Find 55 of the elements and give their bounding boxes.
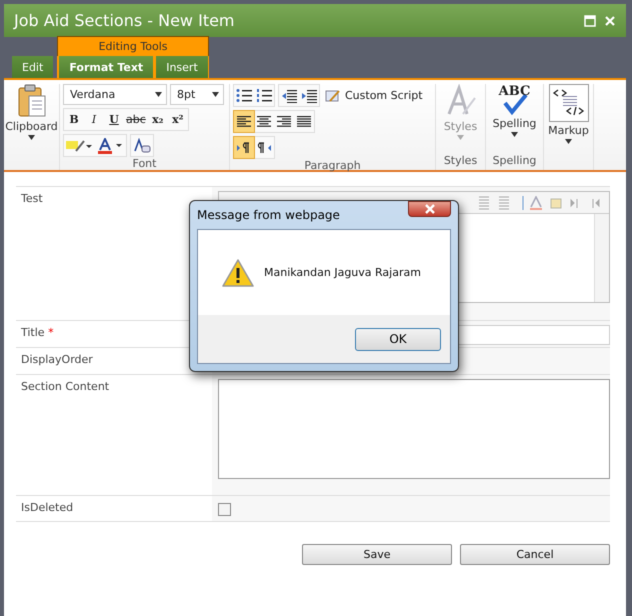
caret-icon xyxy=(565,139,572,144)
left-to-right-button[interactable] xyxy=(234,137,254,158)
scrollbar[interactable] xyxy=(594,214,609,302)
caret-icon xyxy=(155,92,162,97)
contextual-tab-group-label: Editing Tools xyxy=(57,36,209,56)
group-label: Spelling xyxy=(492,154,538,169)
align-right-icon xyxy=(277,116,291,128)
edit-script-icon xyxy=(325,88,341,102)
dialog-message: Manikandan Jaguva Rajaram xyxy=(264,266,421,279)
field-label: DisplayOrder xyxy=(20,352,94,368)
justify-icon xyxy=(297,116,311,128)
caret-icon xyxy=(457,135,464,140)
font-name-dropdown[interactable]: Verdana xyxy=(63,84,167,105)
markup-icon xyxy=(548,84,588,122)
text-area[interactable] xyxy=(218,379,610,479)
ribbon-tab[interactable]: Format Text xyxy=(57,56,154,78)
field-label: Section Content xyxy=(20,379,110,395)
close-icon xyxy=(424,204,436,214)
caret-icon xyxy=(511,132,518,137)
checkbox[interactable] xyxy=(218,503,231,516)
window-title: Job Aid Sections - New Item xyxy=(14,11,236,30)
close-button[interactable] xyxy=(408,201,451,217)
dialog-title: Message from webpage xyxy=(197,208,340,222)
left-to-right-icon xyxy=(236,142,252,154)
ribbon-tab[interactable]: Edit xyxy=(12,56,54,78)
markup-button[interactable]: Markup xyxy=(547,84,590,144)
spelling-button[interactable]: ABC Spelling xyxy=(489,84,540,137)
cancel-button[interactable]: Cancel xyxy=(460,544,610,565)
maximize-icon[interactable] xyxy=(584,14,596,26)
underline-button[interactable]: U xyxy=(104,109,124,130)
group-label: Styles xyxy=(442,154,478,169)
ribbon-tab[interactable]: Insert xyxy=(154,56,209,78)
font-size-dropdown[interactable]: 8pt xyxy=(170,84,224,105)
align-center-icon xyxy=(257,116,271,128)
subscript-button[interactable]: x₂ xyxy=(148,109,168,130)
group-label: Paragraph xyxy=(303,159,362,172)
custom-script-button[interactable]: Custom Script xyxy=(323,85,425,106)
alignment-button[interactable] xyxy=(234,111,254,132)
clipboard-button[interactable]: Clipboard xyxy=(7,84,56,140)
caret-icon xyxy=(28,135,35,140)
right-to-left-icon xyxy=(256,142,272,154)
clipboard-icon xyxy=(16,84,48,118)
align-left-icon xyxy=(237,116,251,128)
close-icon[interactable] xyxy=(604,14,616,26)
warning-icon xyxy=(222,258,254,286)
caret-icon xyxy=(212,92,219,97)
group-label: Font xyxy=(132,157,158,170)
required-asterisk: * xyxy=(47,326,54,339)
superscript-button[interactable]: x² xyxy=(168,109,188,130)
ok-button[interactable]: OK xyxy=(355,328,441,350)
field-label: IsDeleted xyxy=(20,500,74,516)
save-button[interactable]: Save xyxy=(302,544,452,565)
italic-button[interactable]: I xyxy=(84,109,104,130)
bold-button[interactable]: B xyxy=(64,109,84,130)
strikethrough-button[interactable]: abc xyxy=(124,109,148,130)
